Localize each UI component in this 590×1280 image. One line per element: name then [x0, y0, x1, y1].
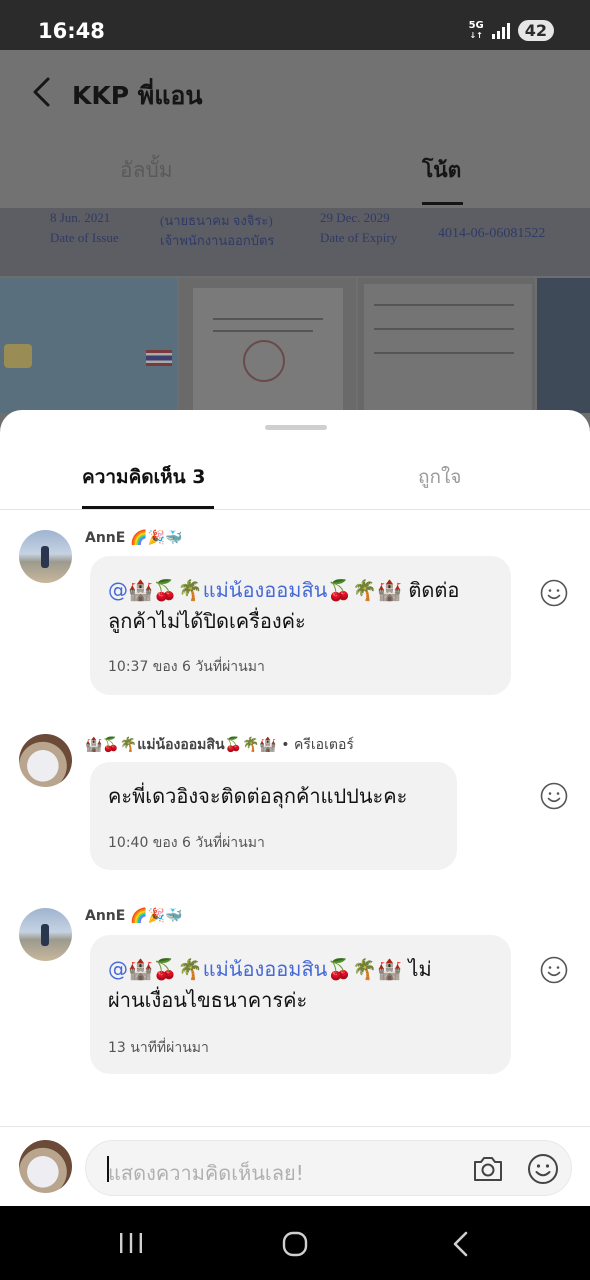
tab-comments[interactable]: ความคิดเห็น 3 — [82, 462, 205, 492]
stamp-seal — [243, 340, 285, 382]
app-header: KKP พี่แอน อัลบั้ม โน้ต — [0, 50, 590, 208]
doc-line — [213, 318, 323, 320]
creator-badge: • ครีเอเตอร์ — [276, 737, 354, 753]
photo-issue-date: 8 Jun. 2021 — [50, 210, 111, 225]
divider — [0, 509, 590, 510]
photo-issue-label: Date of Issue — [50, 230, 119, 245]
back-nav-icon[interactable] — [450, 1230, 472, 1258]
comment-text-line1: ติดต่อ — [402, 578, 460, 602]
photo-card-number: 4014-06-06081522 — [438, 226, 546, 241]
react-smile-icon[interactable] — [540, 782, 568, 810]
react-smile-icon[interactable] — [540, 956, 568, 984]
comment-text-line1: ไม่ — [402, 957, 432, 981]
photo-id-card-back[interactable]: 8 Jun. 2021 Date of Issue (นายธนาคม จงจิ… — [0, 208, 590, 276]
doc-line — [374, 328, 514, 330]
photo-officer-name: (นายธนาคม จงจิระ) — [160, 213, 273, 228]
signal-icon — [491, 22, 510, 39]
drag-handle[interactable] — [265, 425, 327, 430]
author-name[interactable]: 🏰🍒🌴แม่น้องออมสิน🍒🌴🏰 — [85, 737, 277, 753]
comment-bubble[interactable]: @🏰🍒🌴แม่น้องออมสิน🍒🌴🏰 ติดต่อลูกค้าไม่ได้ป… — [90, 556, 511, 695]
react-smile-icon[interactable] — [540, 579, 568, 607]
data-arrows-icon: ↓↑ — [469, 30, 483, 40]
comment-input-placeholder: แสดงความคิดเห็นเลย! — [108, 1161, 304, 1185]
system-nav-bar — [0, 1206, 590, 1280]
comment-text: @🏰🍒🌴แม่น้องออมสิน🍒🌴🏰 ติดต่อลูกค้าไม่ได้ป… — [108, 575, 493, 637]
comment-bubble[interactable]: @🏰🍒🌴แม่น้องออมสิน🍒🌴🏰 ไม่ผ่านเงื่อนไขธนาค… — [90, 935, 511, 1074]
photo-document-form[interactable] — [358, 278, 535, 413]
comment-text: @🏰🍒🌴แม่น้องออมสิน🍒🌴🏰 ไม่ผ่านเงื่อนไขธนาค… — [108, 954, 493, 1016]
doc-line — [213, 330, 313, 332]
tab-note[interactable]: โน้ต — [422, 154, 461, 187]
home-icon[interactable] — [282, 1231, 308, 1257]
photo-expiry-date: 29 Dec. 2029 — [320, 210, 390, 225]
photo-screenshot[interactable] — [537, 278, 590, 413]
avatar[interactable] — [19, 530, 72, 583]
camera-icon[interactable] — [472, 1154, 504, 1184]
recent-apps-icon[interactable] — [118, 1232, 144, 1254]
mention-link[interactable]: @🏰🍒🌴แม่น้องออมสิน🍒🌴🏰 — [108, 578, 402, 602]
mention-link[interactable]: @🏰🍒🌴แม่น้องออมสิน🍒🌴🏰 — [108, 957, 402, 981]
tab-album[interactable]: อัลบั้ม — [120, 154, 173, 187]
comment-author[interactable]: 🏰🍒🌴แม่น้องออมสิน🍒🌴🏰 • ครีเอเตอร์ — [85, 734, 354, 756]
doc-line — [374, 304, 514, 306]
comments-sheet: ความคิดเห็น 3 ถูกใจ AnnE 🌈🎉🐳 @🏰🍒🌴แม่น้อง… — [0, 410, 590, 1206]
comment-text-line2: ผ่านเงื่อนไขธนาคารค่ะ — [108, 988, 308, 1012]
status-bar: 16:48 5G ↓↑ 42 — [0, 0, 590, 50]
comment-author[interactable]: AnnE 🌈🎉🐳 — [85, 530, 183, 546]
comment-time: 13 นาทีที่ผ่านมา — [108, 1040, 209, 1056]
comment-input[interactable]: แสดงความคิดเห็นเลย! — [85, 1140, 572, 1196]
comment-bubble[interactable]: คะพี่เดวอิงจะติดต่อลุกค้าแปปนะคะ 10:40 ข… — [90, 762, 457, 870]
document-page — [364, 284, 532, 413]
photo-officer-title: เจ้าพนักงานออกบัตร — [160, 233, 275, 248]
avatar[interactable] — [19, 908, 72, 961]
emoji-icon[interactable] — [527, 1153, 559, 1185]
comment-time: 10:40 ของ 6 วันที่ผ่านมา — [108, 835, 265, 851]
background-album-page: KKP พี่แอน อัลบั้ม โน้ต 8 Jun. 2021 Date… — [0, 50, 590, 430]
status-time: 16:48 — [38, 19, 105, 43]
card-chip — [4, 344, 32, 368]
avatar[interactable] — [19, 734, 72, 787]
comment-text: คะพี่เดวอิงจะติดต่อลุกค้าแปปนะคะ — [108, 784, 408, 808]
network-label: 5G — [468, 19, 484, 31]
comment-composer: แสดงความคิดเห็นเลย! — [0, 1126, 590, 1206]
page-title: KKP พี่แอน — [72, 81, 203, 110]
tab-likes[interactable]: ถูกใจ — [418, 462, 461, 492]
comment-text-line2: ลูกค้าไม่ได้ปิดเครื่องค่ะ — [108, 609, 306, 633]
photo-grid-row — [0, 278, 590, 413]
comment-time: 10:37 ของ 6 วันที่ผ่านมา — [108, 659, 265, 675]
photo-expiry-label: Date of Expiry — [320, 230, 398, 245]
tab-note-indicator — [422, 202, 463, 205]
network-icon: 5G ↓↑ — [468, 19, 484, 41]
doc-line — [374, 352, 514, 354]
document-page — [193, 288, 343, 413]
back-arrow-icon[interactable] — [28, 76, 56, 108]
photo-document-stamp[interactable] — [179, 278, 356, 413]
battery-indicator: 42 — [517, 20, 554, 41]
status-icons: 5G ↓↑ 42 — [469, 20, 554, 41]
thai-flag-icon — [146, 350, 172, 366]
photo-id-card-front[interactable] — [0, 278, 177, 413]
comment-author[interactable]: AnnE 🌈🎉🐳 — [85, 908, 183, 924]
my-avatar — [19, 1140, 72, 1193]
